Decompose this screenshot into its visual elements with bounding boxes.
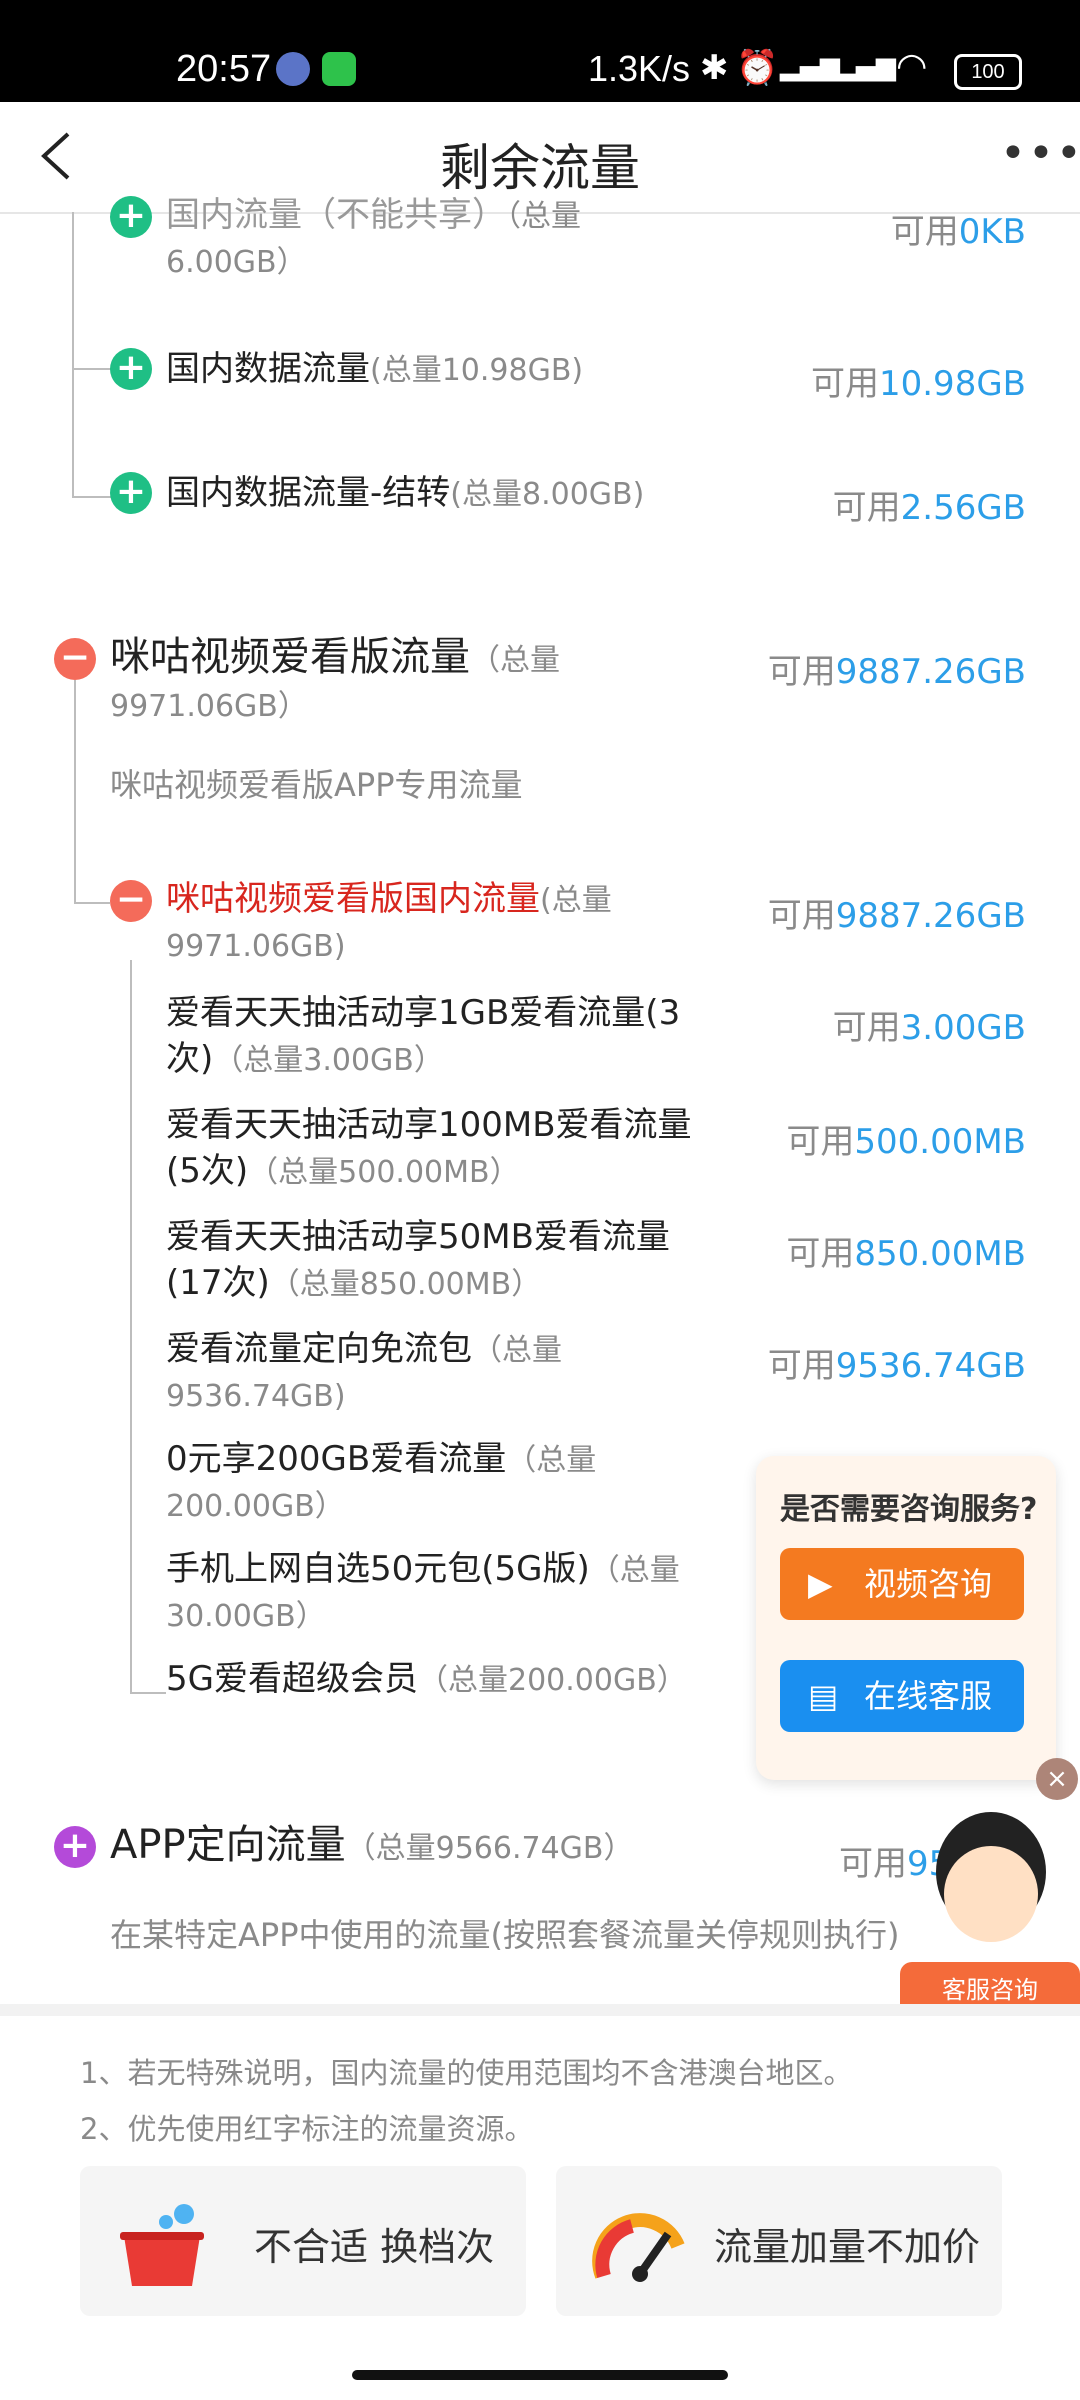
migu-available: 可用9887.26GB <box>767 652 1026 692</box>
signal-icon-1: ▂▄▆ <box>780 52 840 82</box>
migu-description: 咪咕视频爱看版APP专用流量 <box>110 766 523 804</box>
wechat-icon <box>322 52 356 86</box>
tree-branch <box>130 1692 166 1694</box>
wifi-icon: ◠ <box>896 46 928 87</box>
tree-branch <box>72 368 112 370</box>
migu-flow-item: 咪咕视频爱看版流量（总量 9971.06GB） <box>110 634 560 724</box>
note-1: 1、若无特殊说明，国内流量的使用范围均不含港澳台地区。 <box>80 2056 853 2090</box>
tree-line <box>130 960 132 1692</box>
collapse-minus-icon[interactable]: − <box>110 880 152 922</box>
child-flow-item: 0元享200GB爱看流量（总量 200.00GB） <box>166 1439 597 1524</box>
partial-flow-item: 国内流量（不能共享）（总量 6.00GB） <box>166 195 581 280</box>
avatar-label: 客服咨询 <box>942 1976 1038 2004</box>
child-available: 可用850.00MB <box>786 1234 1026 1274</box>
avatar-face <box>944 1846 1038 1942</box>
status-time: 20:57 <box>176 48 272 90</box>
child-flow-item: 爱看天天抽活动享100MB爱看流量 (5次)（总量500.00MB） <box>166 1105 692 1191</box>
more-menu-button[interactable]: ••• <box>1000 128 1080 179</box>
child-available: 可用9536.74GB <box>767 1346 1026 1386</box>
customer-service-avatar[interactable]: 客服咨询 <box>900 1812 1080 2012</box>
child-available: 可用3.00GB <box>832 1008 1026 1048</box>
speedometer-icon <box>592 2196 688 2292</box>
video-consult-button[interactable]: ▶ 视频咨询 <box>780 1548 1024 1620</box>
close-popup-button[interactable]: × <box>1036 1758 1078 1800</box>
expand-plus-icon[interactable]: + <box>110 472 152 514</box>
expand-plus-icon[interactable]: + <box>110 348 152 390</box>
signal-icon-2: ▂▄▆ <box>836 52 896 82</box>
child-flow-item: 爱看天天抽活动享50MB爱看流量 (17次)（总量850.00MB） <box>166 1217 670 1303</box>
section-divider <box>0 2004 1080 2016</box>
child-available: 可用500.00MB <box>786 1122 1026 1162</box>
app-flow-description: 在某特定APP中使用的流量(按照套餐流量关停规则执行) <box>110 1916 900 1954</box>
tree-line <box>72 212 74 498</box>
change-plan-card[interactable]: 不合适 换档次 <box>80 2166 526 2316</box>
collapse-minus-icon[interactable]: − <box>54 638 96 680</box>
child-flow-item: 手机上网自选50元包(5G版)（总量 30.00GB） <box>166 1549 680 1634</box>
page-title: 剩余流量 <box>440 139 640 197</box>
add-traffic-label: 流量加量不加价 <box>714 2225 981 2269</box>
tree-branch <box>74 902 110 904</box>
consult-popup: 是否需要咨询服务? ▶ 视频咨询 ▤ 在线客服 <box>756 1456 1056 1780</box>
bluetooth-icon: ✱ <box>700 48 729 88</box>
chat-bubble-icon: ▤ <box>808 1677 839 1715</box>
child-flow-item: 爱看流量定向免流包（总量 9536.74GB) <box>166 1329 562 1414</box>
tree-line <box>74 680 76 904</box>
change-plan-label: 不合适 换档次 <box>254 2225 495 2269</box>
status-bar: 20:57 1.3K/s ✱ ⏰ ▂▄▆ ▂▄▆ ◠ 100 <box>0 0 1080 102</box>
flow-available: 可用2.56GB <box>832 488 1026 528</box>
app-flow-item: APP定向流量（总量9566.74GB） <box>110 1822 634 1868</box>
child-flow-item: 5G爱看超级会员（总量200.00GB） <box>166 1659 687 1699</box>
battery-icon: 100 <box>954 54 1022 90</box>
expand-plus-icon[interactable]: + <box>110 196 152 238</box>
network-speed: 1.3K/s <box>588 48 691 89</box>
flow-item: 国内数据流量(总量10.98GB) <box>166 349 584 389</box>
home-indicator[interactable] <box>352 2370 728 2380</box>
alarm-icon: ⏰ <box>736 48 779 88</box>
online-service-button[interactable]: ▤ 在线客服 <box>780 1660 1024 1732</box>
note-2: 2、优先使用红字标注的流量资源。 <box>80 2112 534 2146</box>
popup-question: 是否需要咨询服务? <box>780 1492 1038 1527</box>
flow-item: 国内数据流量-结转(总量8.00GB) <box>166 473 645 513</box>
expand-plus-icon[interactable]: + <box>54 1826 96 1868</box>
video-camera-icon: ▶ <box>808 1565 833 1603</box>
migu-sub-item: 咪咕视频爱看版国内流量(总量 9971.06GB) <box>166 879 612 964</box>
flow-available: 可用10.98GB <box>810 364 1026 404</box>
add-traffic-card[interactable]: 流量加量不加价 <box>556 2166 1002 2316</box>
child-flow-item: 爱看天天抽活动享1GB爱看流量(3 次)（总量3.00GB） <box>166 993 681 1079</box>
clock-app-icon <box>276 52 310 86</box>
basket-icon <box>114 2196 210 2292</box>
migu-sub-available: 可用9887.26GB <box>767 896 1026 936</box>
partial-available: 可用0KB <box>890 212 1026 252</box>
tree-branch <box>72 496 112 498</box>
